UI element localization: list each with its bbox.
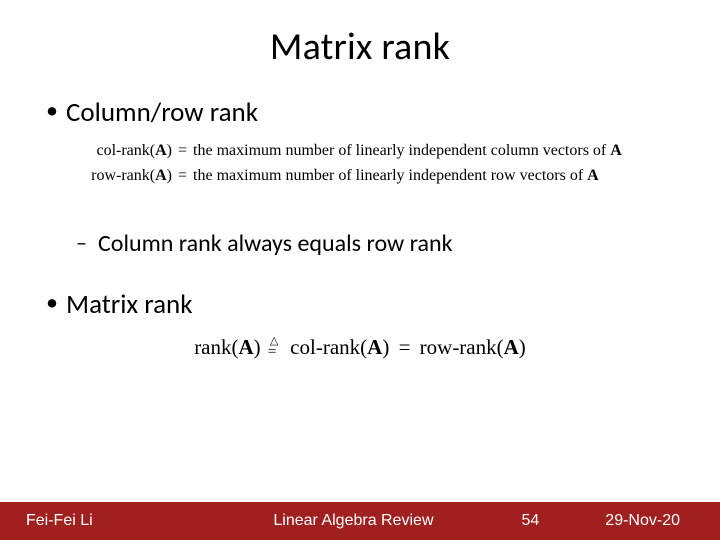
equals-icon: =: [268, 345, 276, 360]
definitions-block: col-rank(A) = the maximum number of line…: [68, 139, 692, 189]
matrix-A: A: [155, 142, 167, 159]
bullet-col-equals-row: Column rank always equals row rank: [40, 229, 692, 258]
row-rank-label: row-rank(: [420, 335, 504, 359]
matrix-A: A: [367, 335, 382, 359]
footer-author: Fei-Fei Li: [26, 512, 93, 530]
paren-close: ): [382, 335, 389, 359]
equals-sign: =: [399, 335, 411, 359]
col-rank-lhs: col-rank(A): [68, 139, 172, 164]
spacer: [28, 205, 692, 221]
matrix-A: A: [504, 335, 519, 359]
paren-close: ): [167, 167, 172, 184]
bullet-list: Matrix rank: [28, 288, 692, 321]
row-rank-rhs: the maximum number of linearly independe…: [193, 164, 599, 189]
col-rank-label: col-rank(: [96, 142, 155, 159]
bullet-list: Column rank always equals row rank: [28, 229, 692, 258]
equals-sign: =: [178, 164, 187, 189]
definition-row-rank: row-rank(A) = the maximum number of line…: [68, 164, 692, 189]
matrix-A: A: [610, 142, 622, 159]
footer-date: 29-Nov-20: [605, 512, 680, 530]
defined-as-symbol: △ =: [268, 338, 283, 356]
bullet-matrix-rank: Matrix rank: [40, 288, 692, 321]
definition-col-rank: col-rank(A) = the maximum number of line…: [68, 139, 692, 164]
matrix-A: A: [239, 335, 254, 359]
bullet-list: Column/row rank: [28, 96, 692, 129]
matrix-A: A: [155, 167, 167, 184]
footer-page-number: 54: [522, 512, 540, 530]
paren-close: ): [167, 142, 172, 159]
slide: Matrix rank Column/row rank col-rank(A) …: [0, 0, 720, 540]
spacer: [28, 272, 692, 288]
paren-close: ): [519, 335, 526, 359]
col-rank-label: col-rank(: [290, 335, 367, 359]
slide-footer: Fei-Fei Li Linear Algebra Review 54 29-N…: [0, 502, 720, 540]
row-rank-label: row-rank(: [91, 167, 155, 184]
rank-label: rank(: [194, 335, 238, 359]
row-rank-lhs: row-rank(A): [68, 164, 172, 189]
row-rank-text: the maximum number of linearly independe…: [193, 167, 587, 184]
paren-close: ): [254, 335, 261, 359]
col-rank-text: the maximum number of linearly independe…: [193, 142, 610, 159]
matrix-A: A: [587, 167, 599, 184]
bullet-column-row-rank: Column/row rank: [40, 96, 692, 129]
footer-course: Linear Algebra Review: [273, 512, 433, 530]
equals-sign: =: [178, 139, 187, 164]
col-rank-rhs: the maximum number of linearly independe…: [193, 139, 622, 164]
rank-equation: rank(A) △ = col-rank(A) = row-rank(A): [28, 335, 692, 360]
slide-title: Matrix rank: [28, 24, 692, 70]
